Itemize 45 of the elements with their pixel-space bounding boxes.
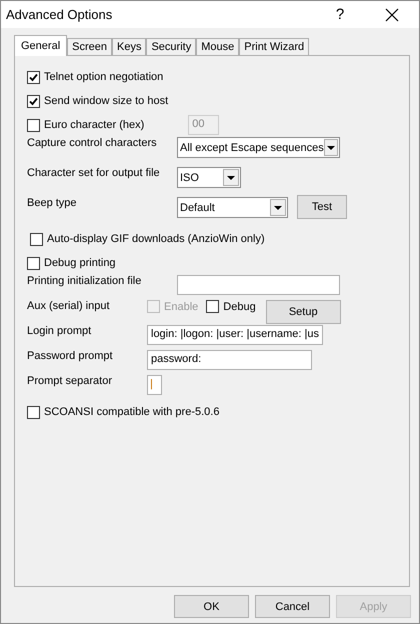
checkbox[interactable] (27, 70, 40, 84)
checkbox-label: Debug (223, 300, 256, 312)
dropdown-arrow-icon (326, 146, 335, 150)
checkbox[interactable] (30, 232, 43, 246)
close-icon (385, 8, 399, 22)
input-field[interactable]: login: |logon: |user: |username: |us (147, 325, 323, 345)
tab[interactable]: Security (146, 38, 196, 55)
test-button[interactable]: Test (297, 195, 347, 219)
input-field[interactable]: password: (147, 350, 312, 370)
checkbox[interactable] (27, 256, 40, 270)
field-label: Prompt separator (27, 375, 113, 387)
field-label: Password prompt (27, 350, 114, 362)
dropdown[interactable]: ISO (177, 167, 241, 188)
field-label: Beep type (27, 197, 78, 209)
tab[interactable]: Print Wizard (239, 38, 310, 55)
input-field[interactable]: | (147, 375, 162, 395)
checkbox[interactable] (27, 406, 40, 418)
tab[interactable]: Keys (112, 38, 146, 55)
setup-button[interactable]: Setup (266, 300, 341, 324)
dialog-button[interactable]: OK (174, 595, 249, 618)
checkbox-label: Euro character (hex) (44, 119, 144, 131)
field-label: Login prompt (27, 325, 92, 337)
input-field[interactable] (177, 275, 340, 295)
field-label: Capture control characters (27, 137, 158, 149)
field-label: Printing initialization file (27, 275, 142, 287)
field-label: Aux (serial) input (27, 300, 111, 312)
tab[interactable]: Mouse (196, 38, 240, 55)
tab[interactable]: Screen (67, 38, 112, 55)
dropdown[interactable]: All except Escape sequences (177, 137, 340, 158)
checkbox[interactable] (206, 300, 220, 313)
checkbox[interactable] (27, 94, 40, 108)
dropdown[interactable]: Default (177, 197, 288, 218)
checkbox-label: Auto-display GIF downloads (AnzioWin only) (47, 233, 265, 245)
checkbox-label: Send window size to host (44, 95, 168, 107)
window-title: Advanced Options (6, 7, 114, 22)
checkbox-label: Enable (164, 300, 198, 312)
dialog-button[interactable]: Cancel (255, 595, 330, 618)
field-label: Character set for output file (27, 167, 161, 179)
dropdown-arrow-icon (227, 176, 235, 180)
checkbox-label: Telnet option negotiation (44, 71, 164, 83)
dropdown-arrow-icon (274, 206, 282, 210)
help-button[interactable]: ? (325, 6, 355, 23)
tab[interactable]: General (14, 35, 68, 56)
checkbox-label: Debug printing (44, 257, 116, 269)
checkbox-label: SCOANSI compatible with pre-5.0.6 (44, 406, 220, 418)
